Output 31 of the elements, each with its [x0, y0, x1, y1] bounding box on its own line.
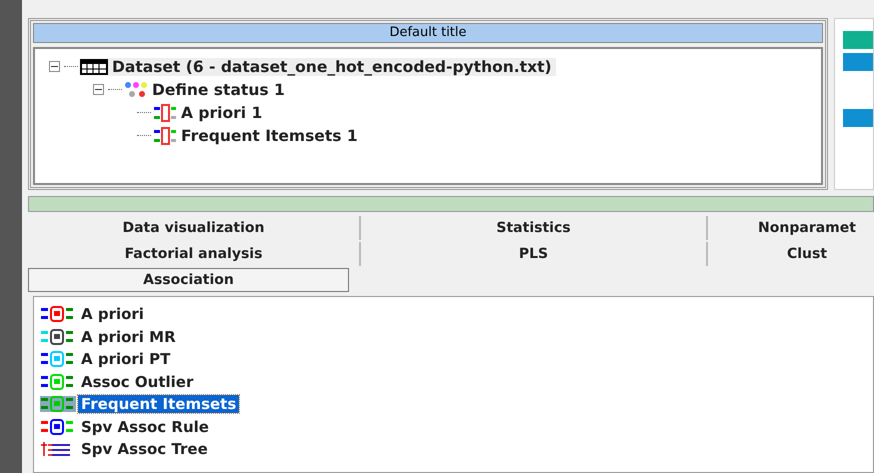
operator-icon	[40, 418, 76, 435]
category-tab[interactable]: Statistics	[361, 216, 708, 240]
operator-icon	[40, 351, 76, 368]
category-tab[interactable]: Clust	[708, 242, 874, 266]
component-item[interactable]: Assoc Outlier	[78, 372, 196, 391]
component-item[interactable]: A priori PT	[78, 350, 174, 368]
collapse-toggle[interactable]	[49, 61, 60, 72]
collapse-toggle[interactable]	[93, 84, 104, 95]
category-tab[interactable]: PLS	[361, 242, 708, 266]
operator-icon	[40, 374, 76, 390]
operator-icon	[40, 328, 76, 345]
component-item[interactable]: Spv Assoc Rule	[78, 418, 212, 436]
table-icon	[80, 58, 108, 74]
component-item[interactable]: Frequent Itemsets	[78, 395, 240, 414]
status-icon	[124, 80, 148, 98]
component-item[interactable]: Spv Assoc Tree	[78, 440, 211, 458]
component-item[interactable]: A priori MR	[78, 328, 179, 346]
operator-icon	[153, 126, 177, 144]
operator-icon	[40, 306, 76, 322]
category-tab[interactable]: Data visualization	[28, 216, 361, 240]
component-item[interactable]: A priori	[78, 305, 147, 324]
tree-item[interactable]: Frequent Itemsets 1	[177, 126, 362, 144]
operator-icon	[40, 396, 76, 412]
tree-item[interactable]: Define status 1	[148, 80, 289, 98]
category-tab[interactable]: Association	[28, 268, 349, 292]
category-tab[interactable]: Nonparamet	[708, 216, 874, 240]
tree-item[interactable]: Dataset (6 - dataset_one_hot_encoded-python.txt)	[108, 58, 556, 76]
operator-icon	[153, 104, 177, 122]
panel-title: Default title	[33, 23, 823, 43]
category-tab[interactable]: Factorial analysis	[28, 242, 361, 266]
tree-item[interactable]: A priori 1	[177, 104, 266, 122]
